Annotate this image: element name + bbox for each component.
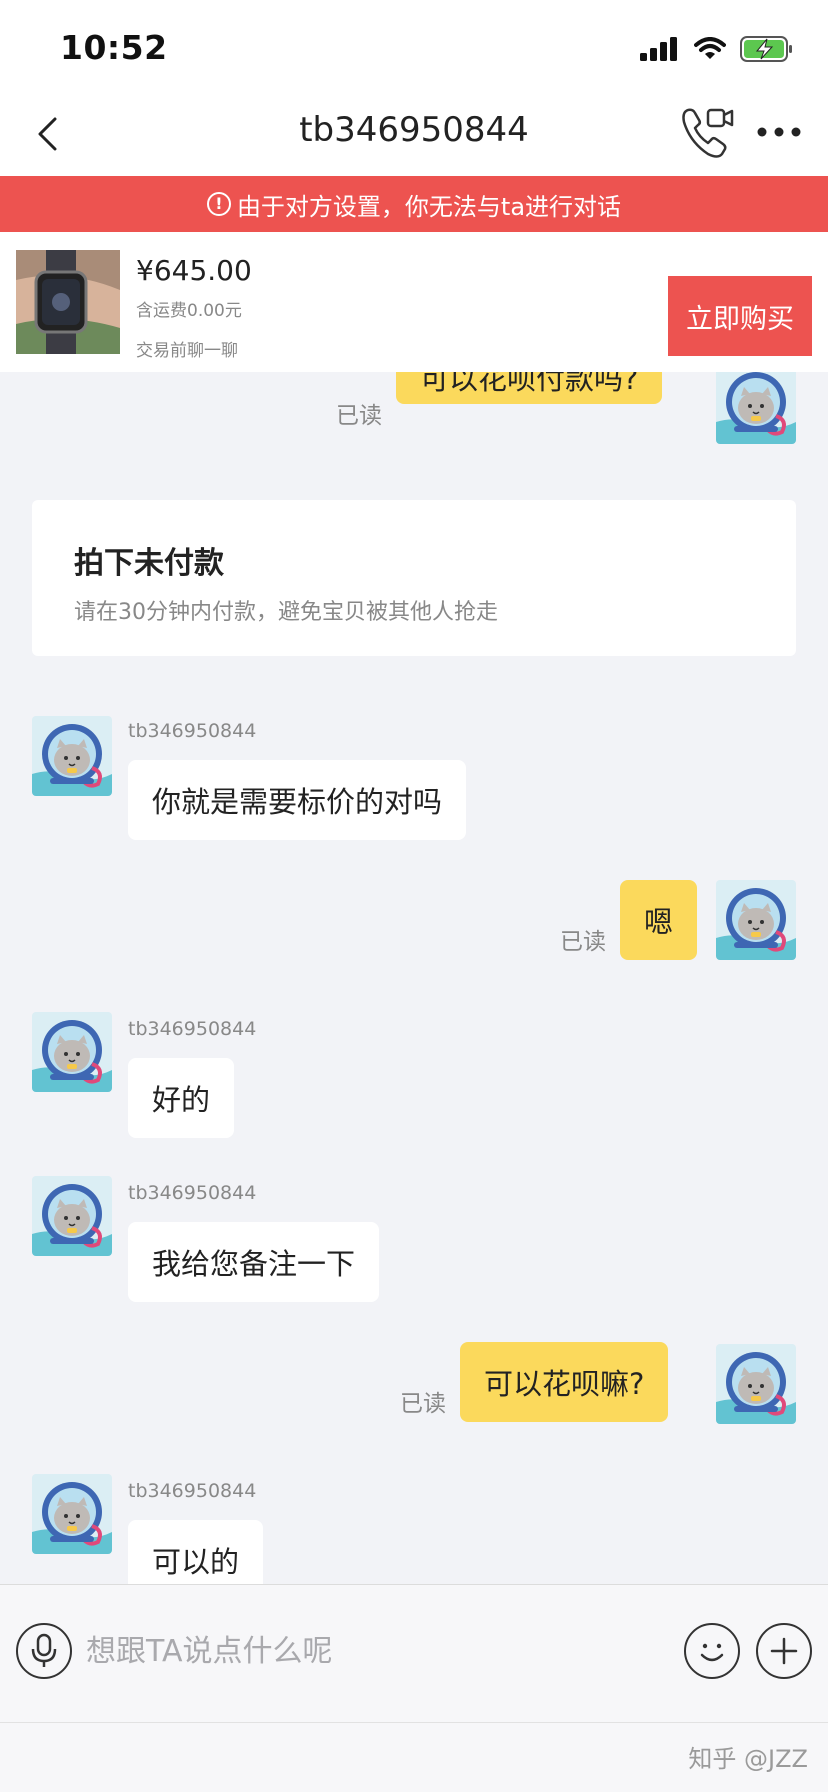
chat-message-list[interactable]: 已读 可以花呗付款吗? 拍下未付款 请在30分钟内付款，避免宝贝被其他人抢走 t… bbox=[0, 372, 828, 1584]
emoji-smile-icon bbox=[700, 1643, 724, 1662]
seller-avatar[interactable] bbox=[32, 716, 112, 796]
product-card[interactable]: ¥645.00 含运费0.00元 交易前聊一聊 立即购买 bbox=[0, 232, 828, 372]
sender-name: tb346950844 bbox=[128, 1480, 257, 1502]
message-input-bar bbox=[0, 1584, 828, 1722]
microphone-icon bbox=[31, 1633, 57, 1667]
read-receipt: 已读 bbox=[560, 929, 606, 955]
emoji-button[interactable] bbox=[684, 1623, 740, 1679]
more-dots-icon bbox=[757, 127, 801, 137]
seller-message-bubble[interactable]: 你就是需要标价的对吗 bbox=[128, 760, 467, 840]
nav-bar: tb346950844 bbox=[0, 92, 828, 176]
my-avatar[interactable] bbox=[716, 372, 796, 444]
message-input[interactable] bbox=[86, 1621, 666, 1681]
seller-avatar[interactable] bbox=[32, 1012, 112, 1092]
video-call-icon bbox=[682, 108, 734, 158]
restriction-warning-bar: ! 由于对方设置，你无法与ta进行对话 bbox=[0, 176, 828, 232]
bottom-safe-area: 知乎 @JZZ bbox=[0, 1722, 828, 1792]
my-message-bubble[interactable]: 嗯 bbox=[620, 880, 698, 960]
my-message-bubble[interactable]: 可以花呗付款吗? bbox=[396, 372, 663, 404]
status-time: 10:52 bbox=[60, 28, 168, 67]
warning-circle-icon: ! bbox=[206, 192, 231, 216]
video-call-button[interactable] bbox=[680, 104, 736, 160]
status-bar: 10:52 bbox=[0, 0, 828, 92]
sender-name: tb346950844 bbox=[128, 1018, 257, 1040]
battery-charging-icon bbox=[740, 36, 792, 62]
order-status-card[interactable]: 拍下未付款 请在30分钟内付款，避免宝贝被其他人抢走 bbox=[32, 500, 796, 656]
product-price: ¥645.00 bbox=[136, 254, 252, 287]
buy-now-button[interactable]: 立即购买 bbox=[668, 276, 812, 356]
status-icons bbox=[640, 34, 794, 64]
wifi-icon bbox=[694, 37, 726, 59]
read-receipt: 已读 bbox=[400, 1391, 446, 1417]
chat-before-trade-label: 交易前聊一聊 bbox=[136, 341, 238, 361]
seller-avatar[interactable] bbox=[32, 1176, 112, 1256]
watermark: 知乎 @JZZ bbox=[688, 1745, 808, 1773]
seller-message-bubble[interactable]: 可以的 bbox=[128, 1520, 264, 1584]
more-actions-button[interactable] bbox=[756, 1623, 812, 1679]
chat-screen: 10:52 tb346950844 ! 由于对方设置，你无法与ta进行对话 ¥6… bbox=[0, 0, 828, 1792]
seller-message-bubble[interactable]: 我给您备注一下 bbox=[128, 1222, 380, 1302]
sender-name: tb346950844 bbox=[128, 720, 257, 742]
seller-message-bubble[interactable]: 好的 bbox=[128, 1058, 235, 1138]
order-status-title: 拍下未付款 bbox=[74, 546, 224, 581]
read-receipt: 已读 bbox=[336, 403, 382, 429]
warning-text: 由于对方设置，你无法与ta进行对话 bbox=[236, 192, 622, 221]
sender-name: tb346950844 bbox=[128, 1182, 257, 1204]
my-avatar[interactable] bbox=[716, 880, 796, 960]
cellular-signal-icon bbox=[640, 37, 677, 61]
more-options-button[interactable] bbox=[754, 112, 804, 152]
seller-avatar[interactable] bbox=[32, 1474, 112, 1554]
voice-input-button[interactable] bbox=[16, 1623, 72, 1679]
plus-icon bbox=[770, 1637, 798, 1665]
shipping-fee: 含运费0.00元 bbox=[136, 301, 242, 321]
product-image[interactable] bbox=[16, 250, 120, 354]
order-status-desc: 请在30分钟内付款，避免宝贝被其他人抢走 bbox=[74, 600, 498, 625]
my-avatar[interactable] bbox=[716, 1344, 796, 1424]
my-message-bubble[interactable]: 可以花呗嘛? bbox=[460, 1342, 669, 1422]
